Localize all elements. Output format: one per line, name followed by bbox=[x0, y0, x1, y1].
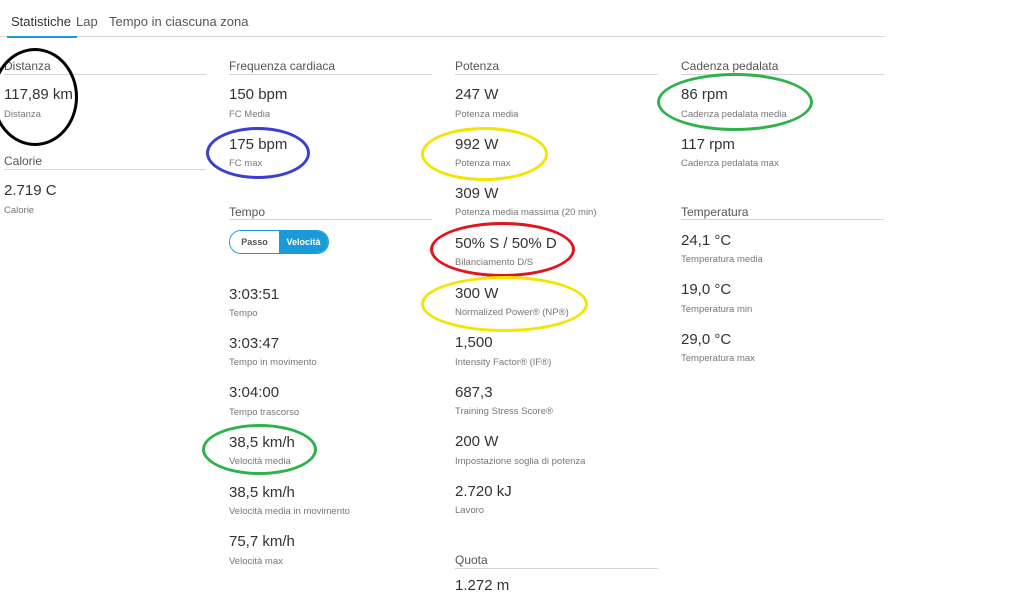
stat-value-temperatura-media: 24,1 °C bbox=[681, 232, 732, 249]
section-divider bbox=[4, 169, 206, 170]
tab-statistiche[interactable]: Statistiche bbox=[7, 14, 77, 38]
highlight-ellipse-black bbox=[0, 48, 78, 146]
stat-label-cadenza-max: Cadenza pedalata max bbox=[681, 158, 779, 169]
stat-label-intensity-factor: Intensity Factor® (IF®) bbox=[455, 357, 552, 368]
highlight-ellipse-blue bbox=[206, 127, 310, 179]
stat-value-tempo-trascorso: 3:04:00 bbox=[229, 384, 280, 401]
stat-value-temperatura-min: 19,0 °C bbox=[681, 281, 732, 298]
tab-tempo-zona[interactable]: Tempo in ciascuna zona bbox=[109, 14, 248, 29]
stat-value-intensity-factor: 1,500 bbox=[455, 334, 493, 351]
section-title-quota: Quota bbox=[455, 553, 488, 567]
tab-lap[interactable]: Lap bbox=[76, 14, 98, 29]
stat-value-fc-media: 150 bpm bbox=[229, 86, 288, 103]
passo-velocita-toggle: Passo Velocità bbox=[229, 230, 329, 254]
stat-label-temperatura-max: Temperatura max bbox=[681, 353, 755, 364]
stat-label-fc-media: FC Media bbox=[229, 109, 271, 120]
stat-value-velocita-max: 75,7 km/h bbox=[229, 533, 295, 550]
highlight-ellipse-green-cadenza bbox=[657, 73, 813, 131]
highlight-ellipse-red bbox=[430, 222, 575, 277]
highlight-ellipse-yellow-max bbox=[421, 127, 548, 181]
highlight-ellipse-yellow-np bbox=[421, 276, 588, 332]
stat-label-potenza-20min: Potenza media massima (20 min) bbox=[455, 207, 597, 218]
stat-label-tempo: Tempo bbox=[229, 308, 258, 319]
stat-label-temperatura-min: Temperatura min bbox=[681, 304, 753, 315]
section-divider bbox=[229, 219, 432, 220]
section-divider bbox=[681, 219, 884, 220]
stat-value-tempo-movimento: 3:03:47 bbox=[229, 335, 280, 352]
stat-label-potenza-media: Potenza media bbox=[455, 109, 519, 120]
stat-label-tempo-movimento: Tempo in movimento bbox=[229, 357, 317, 368]
stat-label-velocita-movimento: Velocità media in movimento bbox=[229, 506, 350, 517]
stat-value-temperatura-max: 29,0 °C bbox=[681, 331, 732, 348]
stat-value-potenza-media: 247 W bbox=[455, 86, 499, 103]
stat-value-potenza-20min: 309 W bbox=[455, 185, 499, 202]
toggle-passo-button[interactable]: Passo bbox=[230, 231, 279, 253]
stat-label-tempo-trascorso: Tempo trascorso bbox=[229, 407, 300, 418]
stat-value-lavoro: 2.720 kJ bbox=[455, 483, 512, 500]
stat-value-calorie: 2.719 C bbox=[4, 182, 57, 199]
stat-value-velocita-movimento: 38,5 km/h bbox=[229, 484, 295, 501]
section-title-potenza: Potenza bbox=[455, 59, 500, 73]
section-divider bbox=[455, 74, 658, 75]
stat-value-tss: 687,3 bbox=[455, 384, 493, 401]
section-title-calorie: Calorie bbox=[4, 154, 43, 168]
section-divider bbox=[229, 74, 432, 75]
section-title-frequenza: Frequenza cardiaca bbox=[229, 59, 336, 73]
stat-label-calorie: Calorie bbox=[4, 205, 35, 216]
stat-value-cadenza-max: 117 rpm bbox=[681, 136, 735, 153]
stat-label-lavoro: Lavoro bbox=[455, 505, 485, 516]
stat-label-soglia: Impostazione soglia di potenza bbox=[455, 456, 586, 467]
section-title-cadenza: Cadenza pedalata bbox=[681, 59, 779, 73]
stat-label-tss: Training Stress Score® bbox=[455, 406, 553, 417]
section-divider bbox=[455, 568, 658, 569]
tab-bar: Statistiche Lap Tempo in ciascuna zona bbox=[0, 0, 885, 38]
stat-value-tempo: 3:03:51 bbox=[229, 286, 280, 303]
stat-label-velocita-max: Velocità max bbox=[229, 556, 283, 567]
section-title-temperatura: Temperatura bbox=[681, 205, 749, 219]
section-title-tempo: Tempo bbox=[229, 205, 266, 219]
toggle-velocita-button[interactable]: Velocità bbox=[279, 231, 328, 253]
stat-value-quota: 1.272 m bbox=[455, 577, 510, 594]
stat-value-soglia: 200 W bbox=[455, 433, 499, 450]
stat-label-temperatura-media: Temperatura media bbox=[681, 254, 763, 265]
highlight-ellipse-green-velocita bbox=[202, 424, 317, 475]
